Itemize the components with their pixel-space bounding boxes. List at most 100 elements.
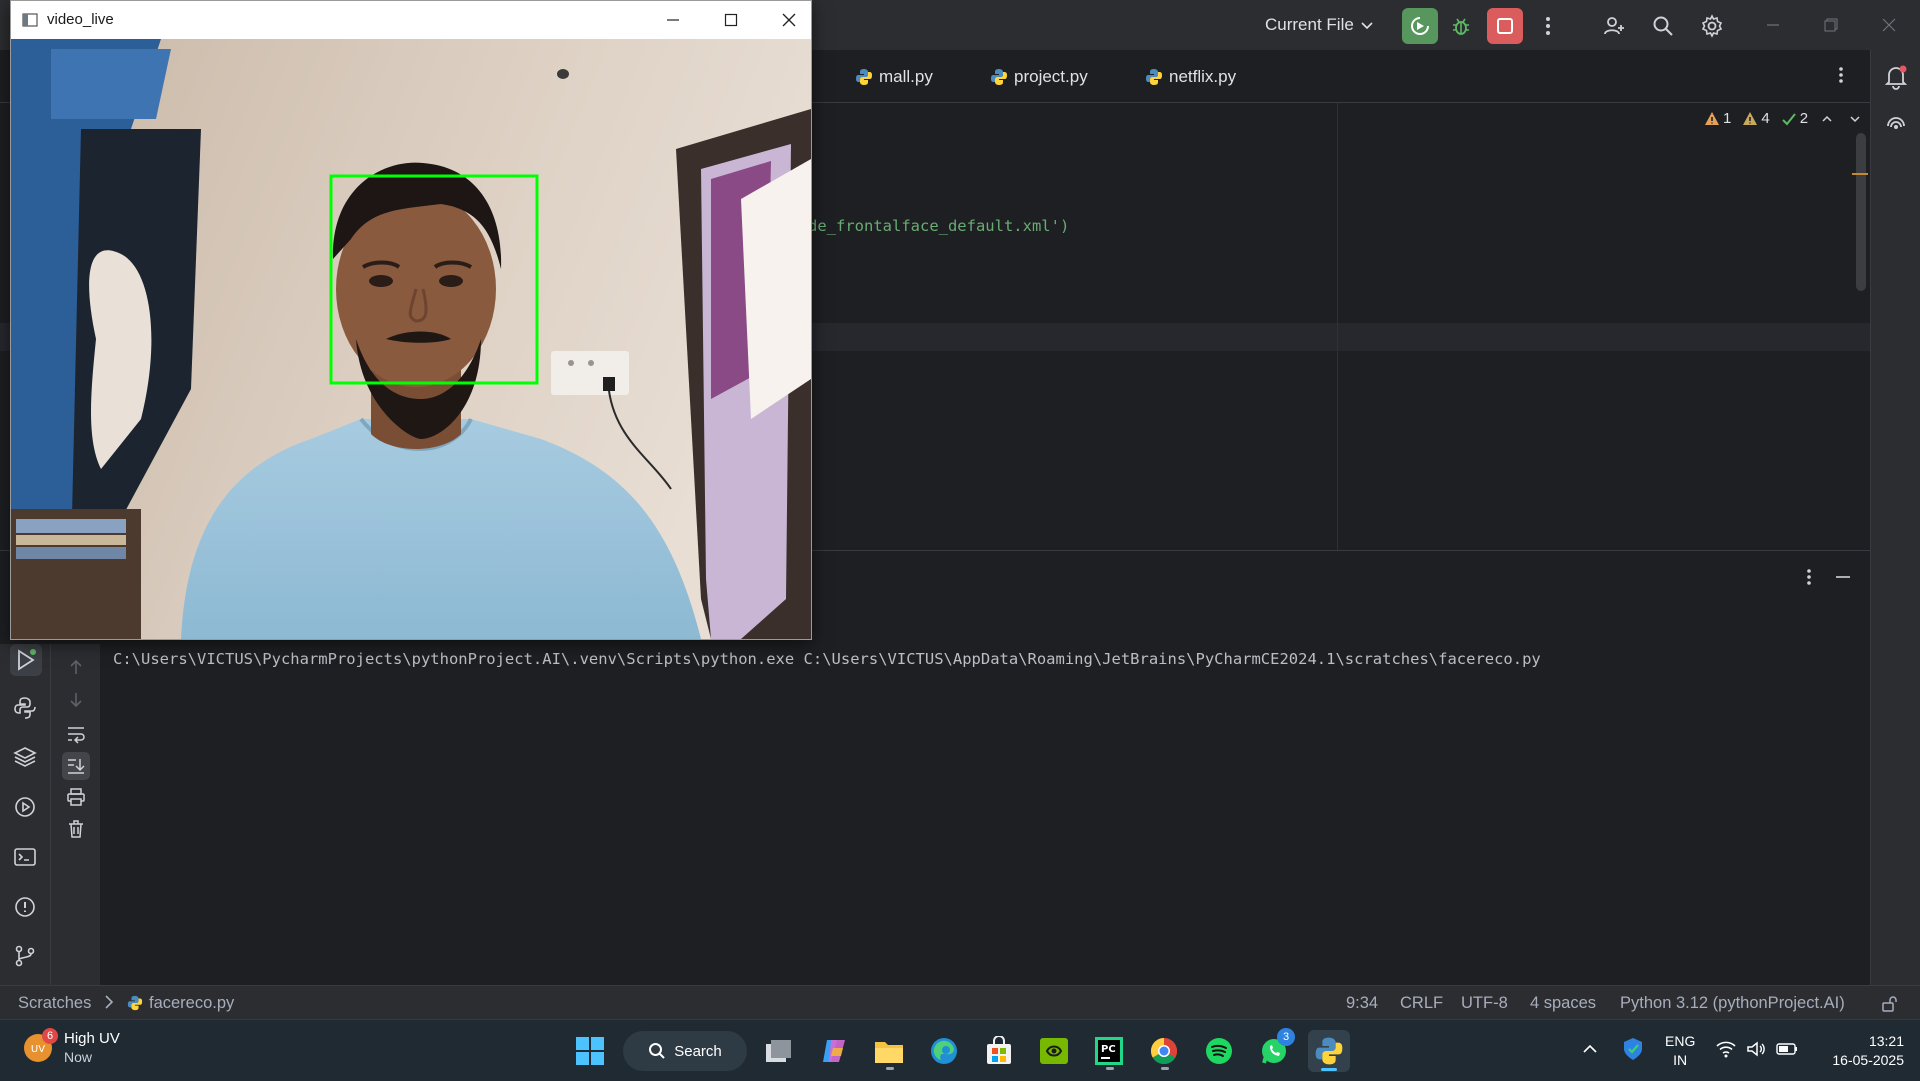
unlock-icon [1882, 996, 1897, 1012]
run-icon [18, 649, 36, 671]
more-actions-button[interactable] [1530, 8, 1566, 44]
debug-button[interactable] [1443, 8, 1479, 44]
task-view-button[interactable] [758, 1030, 800, 1072]
ide-close-button[interactable] [1869, 10, 1909, 40]
notifications-button[interactable] [1883, 64, 1909, 90]
tab-label: project.py [1014, 67, 1088, 86]
running-indicator [1161, 1067, 1169, 1070]
services-play-icon [15, 797, 35, 817]
webcam-feed [11, 39, 811, 639]
show-hidden-icons-button[interactable] [1582, 1041, 1598, 1057]
read-only-toggle[interactable] [1880, 995, 1898, 1015]
search-everywhere-button[interactable] [1645, 8, 1681, 44]
rerun-button[interactable] [1402, 8, 1438, 44]
scroll-to-end-button[interactable] [62, 752, 90, 780]
ide-minimize-button[interactable] [1753, 10, 1793, 40]
webcam-frame-illustration [11, 39, 811, 639]
cam-close-button[interactable] [767, 5, 811, 35]
code-line: de_frontalface_default.xml') [808, 217, 1069, 235]
python-interpreter[interactable]: Python 3.12 (pythonProject.AI) [1620, 993, 1845, 1013]
cam-maximize-button[interactable] [709, 5, 753, 35]
problems-tool-button[interactable] [13, 895, 37, 919]
run-tool-button[interactable] [10, 644, 42, 676]
clock[interactable]: 13:21 16-05-2025 [1818, 1032, 1904, 1070]
ai-assistant-button[interactable] [1883, 112, 1909, 138]
chevron-down-icon[interactable] [1849, 113, 1861, 125]
next-occurrence-button[interactable] [67, 691, 85, 709]
chevron-up-icon[interactable] [1821, 113, 1833, 125]
python-file-icon [127, 995, 143, 1011]
code-with-me-button[interactable] [1596, 8, 1632, 44]
taskbar-search-box[interactable]: Search [623, 1031, 747, 1071]
input-language-indicator[interactable]: ENG IN [1665, 1032, 1695, 1070]
file-encoding[interactable]: UTF-8 [1461, 993, 1508, 1013]
soft-wrap-button[interactable] [66, 724, 86, 744]
file-explorer-button[interactable] [868, 1030, 910, 1072]
problems-icon [15, 897, 35, 917]
start-button[interactable] [569, 1030, 611, 1072]
pycharm-button[interactable]: PC [1088, 1030, 1130, 1072]
settings-button[interactable] [1694, 8, 1730, 44]
wifi-icon [1716, 1041, 1736, 1058]
more-vertical-icon [1807, 569, 1811, 585]
chrome-button[interactable] [1143, 1030, 1185, 1072]
scroll-to-end-icon [68, 759, 85, 774]
run-console[interactable]: C:\Users\VICTUS\PycharmProjects\pythonPr… [100, 644, 1870, 985]
weather-widget[interactable]: UV 6 High UV Now [22, 1028, 120, 1066]
tab-project-py[interactable]: project.py [990, 64, 1088, 90]
battery-icon [1776, 1043, 1797, 1055]
maximize-icon [724, 13, 738, 27]
print-button[interactable] [66, 787, 86, 807]
copilot-button[interactable] [813, 1030, 855, 1072]
video-live-window[interactable]: video_live [10, 0, 812, 640]
editor-scrollbar[interactable] [1856, 133, 1866, 291]
whatsapp-button[interactable]: 3 [1253, 1028, 1295, 1072]
close-icon [782, 13, 796, 27]
arrow-down-icon [70, 693, 82, 708]
python-file-icon [856, 69, 872, 85]
nvidia-app-button[interactable] [1033, 1030, 1075, 1072]
windows-taskbar: UV 6 High UV Now Search PC 3 ENG IN 13:2… [0, 1019, 1920, 1081]
services-tool-button[interactable] [13, 795, 37, 819]
python-packages-tool-button[interactable] [13, 745, 37, 769]
console-command-line: C:\Users\VICTUS\PycharmProjects\pythonPr… [113, 650, 1541, 668]
python-app-button[interactable] [1308, 1030, 1350, 1072]
clear-all-button[interactable] [66, 819, 86, 839]
bug-icon [1453, 18, 1469, 35]
stop-button[interactable] [1487, 8, 1523, 44]
tab-options-button[interactable] [1838, 66, 1844, 84]
shield-icon [1624, 1038, 1642, 1060]
tab-netflix-py[interactable]: netflix.py [1145, 64, 1236, 90]
python-console-tool-button[interactable] [13, 696, 37, 720]
tab-mall-py[interactable]: mall.py [855, 64, 933, 90]
spotify-button[interactable] [1198, 1030, 1240, 1072]
video-live-titlebar[interactable]: video_live [11, 1, 811, 39]
cam-minimize-button[interactable] [651, 5, 695, 35]
breadcrumb-root[interactable]: Scratches [18, 993, 91, 1013]
version-control-tool-button[interactable] [13, 944, 37, 968]
quick-settings-button[interactable] [1716, 1040, 1798, 1058]
ide-restore-button[interactable] [1811, 10, 1851, 40]
nvidia-icon [1040, 1038, 1068, 1064]
run-options-button[interactable] [1806, 568, 1812, 586]
windows-security-button[interactable] [1622, 1037, 1644, 1061]
warning-stripe-marker[interactable] [1852, 173, 1868, 175]
language-code: ENG [1665, 1033, 1696, 1049]
hide-run-window-button[interactable] [1834, 568, 1852, 586]
microsoft-store-button[interactable] [978, 1030, 1020, 1072]
minimize-icon [1767, 24, 1779, 26]
weather-subtitle: Now [64, 1049, 93, 1065]
caret-position[interactable]: 9:34 [1346, 993, 1378, 1013]
breadcrumb-file[interactable]: facereco.py [127, 993, 234, 1013]
terminal-tool-button[interactable] [13, 845, 37, 869]
indent-setting[interactable]: 4 spaces [1530, 993, 1596, 1013]
previous-occurrence-button[interactable] [67, 658, 85, 676]
gear-icon [1701, 14, 1723, 38]
whatsapp-badge: 3 [1277, 1028, 1295, 1046]
run-configuration-selector[interactable]: Current File [1265, 12, 1374, 38]
search-icon [649, 1043, 665, 1059]
edge-browser-button[interactable] [923, 1030, 965, 1072]
line-separator[interactable]: CRLF [1400, 993, 1443, 1013]
inspection-widget[interactable]: 1 4 2 [1704, 110, 1861, 127]
pycharm-icon: PC [1095, 1037, 1123, 1065]
